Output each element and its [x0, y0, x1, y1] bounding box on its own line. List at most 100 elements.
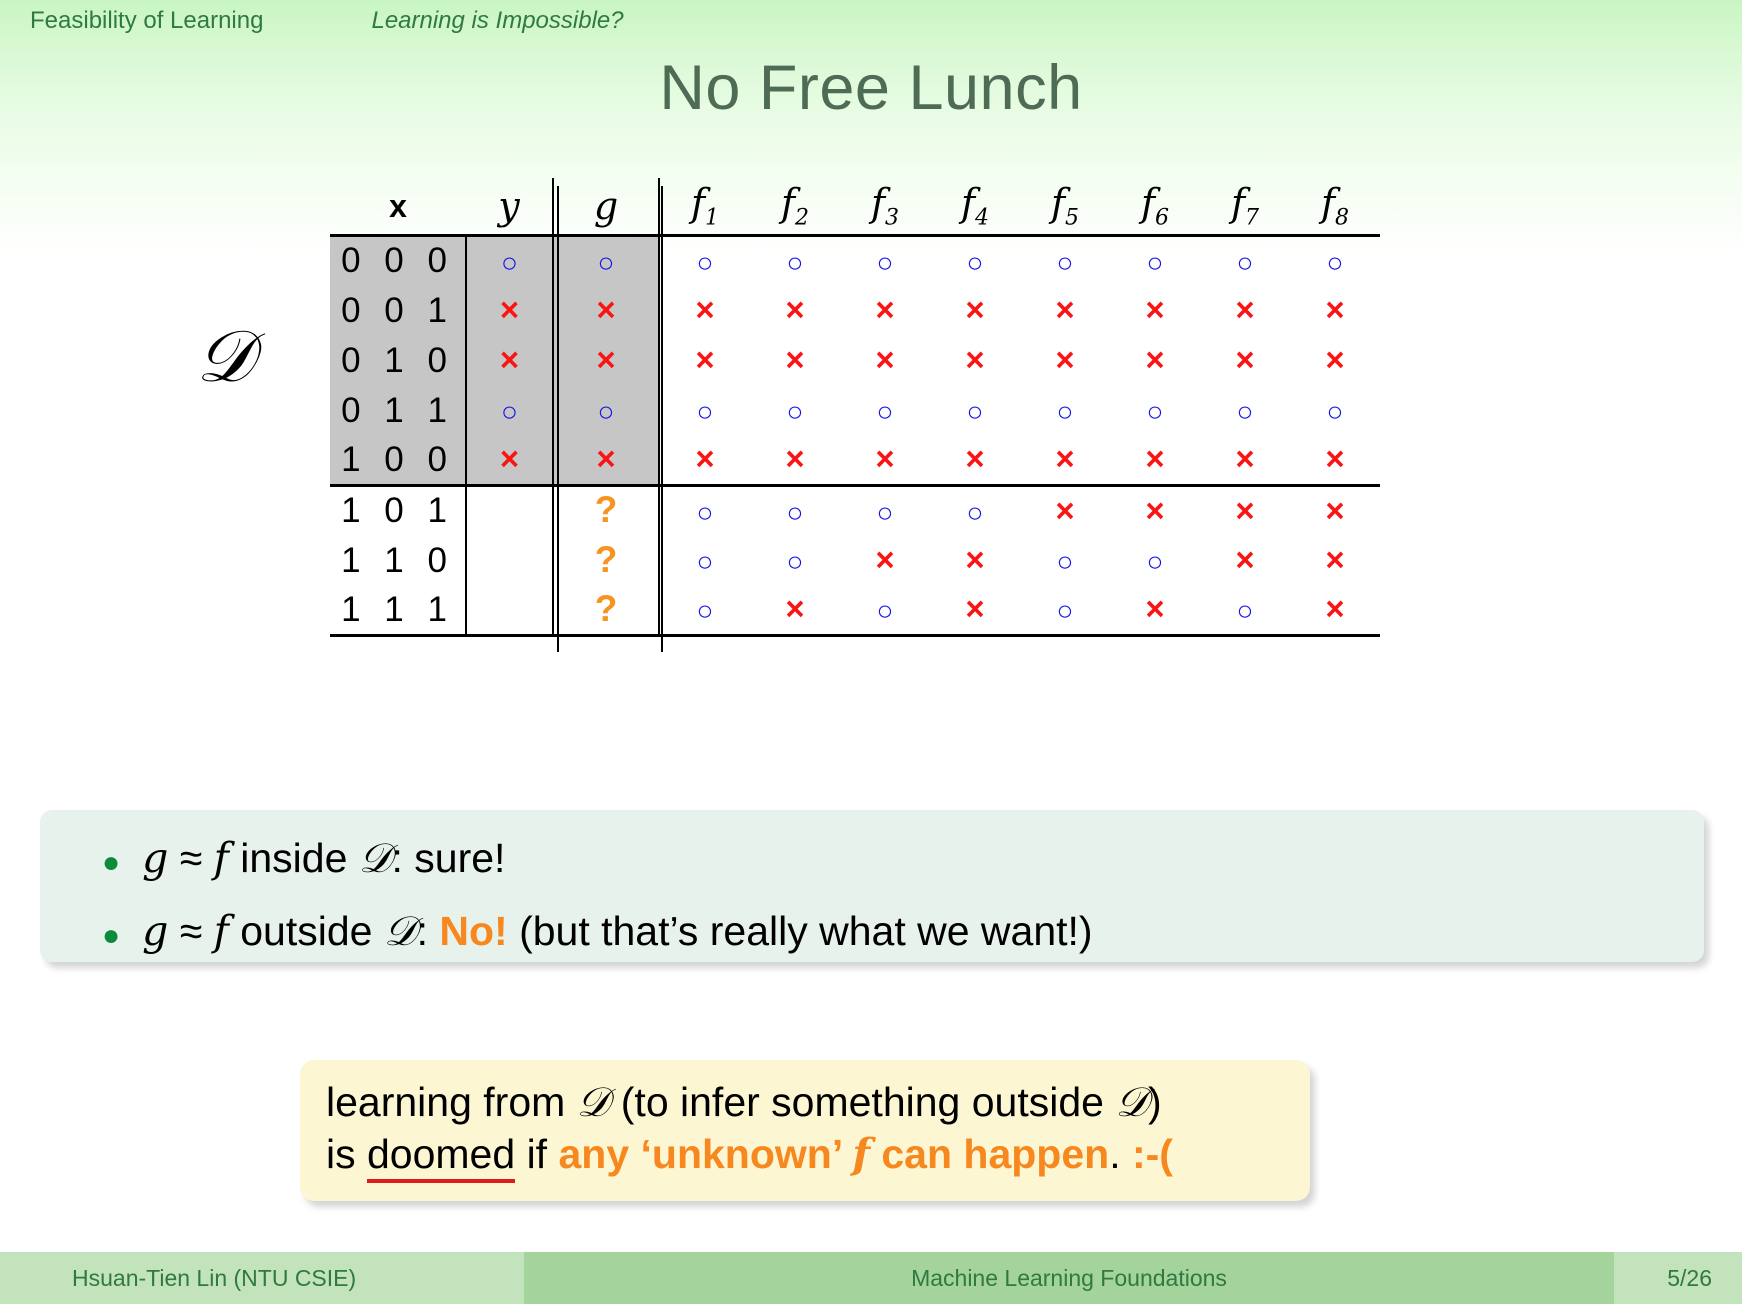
mark-y: × [499, 440, 520, 478]
callout-2-run-2: if [515, 1131, 559, 1178]
cell-f4: × [930, 585, 1020, 637]
footer-page-text: 5/26 [1667, 1264, 1712, 1291]
cell-f7: × [1200, 286, 1290, 336]
mark-f2: ○ [786, 546, 804, 577]
breadcrumb-subsection: Learning is Impossible? [371, 7, 624, 34]
mark-f1: ○ [696, 595, 714, 627]
bullet-2-run-6: No! [439, 908, 508, 954]
mark-f5: ○ [1056, 595, 1074, 627]
cell-x: 1 0 0 [330, 435, 466, 487]
cell-f8: ○ [1290, 386, 1380, 436]
callout-2-run-4: f [852, 1130, 870, 1179]
table-row: 0 0 1 × × × × × × × × × × [330, 285, 1380, 336]
callout-1-run-4: ) [1148, 1079, 1162, 1125]
bullet-2-run-1: ≈ [168, 908, 214, 954]
bullet-2-run-0: g [142, 907, 169, 955]
mark-g: ? [594, 587, 618, 629]
mark-f6: × [1145, 341, 1165, 378]
bullet-1-run-1: ≈ [168, 835, 214, 881]
mark-g: ○ [597, 396, 615, 427]
mark-f5: × [1055, 491, 1075, 529]
bullet-dot-icon: ● [102, 846, 121, 879]
cell-f6: ○ [1110, 536, 1200, 586]
mark-f2: ○ [786, 396, 804, 427]
cell-y: × [465, 435, 553, 487]
table-row: 0 1 0 × × × × × × × × × × [330, 335, 1380, 386]
cell-g: ? [552, 585, 659, 637]
cell-f6: × [1110, 585, 1200, 637]
mark-f3: × [875, 440, 895, 478]
table-row: 1 0 0 × × × × × × × × × × [330, 435, 1380, 487]
callout-1-run-2: (to infer something outside [609, 1079, 1116, 1125]
mark-f6: × [1145, 491, 1165, 529]
callout-1-run-1: 𝒟 [576, 1078, 610, 1126]
cell-f7: × [1200, 435, 1290, 487]
mark-y: × [499, 341, 520, 378]
cell-f5: ○ [1020, 585, 1110, 637]
mark-f8: × [1325, 440, 1345, 478]
callout-1-run-0: learning from [326, 1079, 577, 1125]
table-header-row: x y g f1 f2 f3 f4 f5 f6 f7 f8 [330, 178, 1380, 236]
truth-table: x y g f1 f2 f3 f4 f5 f6 f7 f8 0 0 0 ○ ○ ○ ○ ○… [330, 178, 1380, 637]
cell-f4: × [930, 286, 1020, 336]
mark-f4: ○ [966, 496, 984, 528]
mark-f4: × [965, 341, 985, 378]
cell-f5: × [1020, 336, 1110, 386]
table-row: 0 0 0 ○ ○ ○ ○ ○ ○ ○ ○ ○ ○ [330, 234, 1380, 286]
cell-x: 1 1 0 [341, 540, 454, 580]
mark-f7: ○ [1236, 595, 1254, 627]
cell-f3: ○ [840, 234, 930, 286]
bullet-dot-icon: ● [102, 919, 121, 952]
cell-f7: × [1200, 336, 1290, 386]
cell-f5: ○ [1020, 386, 1110, 436]
cell-g: ? [552, 535, 659, 586]
bullet-1-run-3: inside [228, 835, 359, 881]
cell-x: 1 1 1 [330, 585, 466, 637]
footer-page-number: 5/26 [1614, 1252, 1742, 1304]
cell-f6: × [1110, 336, 1200, 386]
mark-f3: ○ [876, 246, 894, 278]
cell-y: ○ [465, 385, 553, 436]
mark-f7: × [1235, 491, 1255, 529]
mark-f1: × [695, 440, 715, 478]
cell-x: 0 1 0 [330, 335, 466, 386]
cell-f8: × [1290, 585, 1380, 637]
mark-f8: × [1325, 491, 1345, 529]
column-header-f4: f4 [960, 181, 990, 231]
column-header-f3: f3 [870, 181, 900, 231]
cell-g: ○ [552, 234, 659, 286]
bullet-1-run-5: : sure! [391, 835, 506, 881]
mark-f5: × [1055, 341, 1075, 378]
column-header-f2: f2 [780, 181, 810, 231]
cell-f8: × [1290, 486, 1380, 536]
mark-f2: ○ [786, 496, 804, 528]
mark-f8: × [1325, 590, 1345, 628]
cell-f1: ○ [658, 385, 750, 436]
table-row: 1 1 1? ○ × ○ × ○ × ○ × [330, 585, 1380, 637]
mark-f6: ○ [1146, 396, 1164, 427]
mark-f1: ○ [696, 246, 714, 278]
cell-f1: ○ [658, 585, 750, 637]
table-body: 0 0 0 ○ ○ ○ ○ ○ ○ ○ ○ ○ ○ 0 0 1 × × × × × × × × × × 0 1 0 × × × × ×… [330, 234, 1380, 637]
cell-f6: × [1110, 435, 1200, 487]
mark-f2: × [785, 291, 805, 328]
cell-y [465, 535, 553, 586]
footer-author-text: Hsuan-Tien Lin (NTU CSIE) [72, 1264, 357, 1291]
cell-y: × [465, 335, 553, 386]
mark-f3: ○ [876, 396, 894, 427]
mark-f1: × [695, 341, 715, 378]
mark-f5: ○ [1056, 546, 1074, 577]
column-header-y: y [498, 184, 520, 228]
callout-2-run-5: can happen [869, 1131, 1110, 1178]
cell-f1: × [658, 335, 750, 386]
bullet-2-run-5: : [416, 908, 440, 954]
cell-f5: ○ [1020, 234, 1110, 286]
cell-f6: ○ [1110, 386, 1200, 436]
cell-f2: × [750, 336, 840, 386]
table-head: x y g f1 f2 f3 f4 f5 f6 f7 f8 [330, 178, 1380, 236]
cell-f1: ○ [658, 535, 750, 586]
column-header-f1: f1 [658, 178, 750, 236]
cell-y [465, 485, 553, 536]
bullet-panel: ● g ≈ f inside 𝒟: sure! ● g ≈ f outside … [40, 810, 1704, 962]
cell-f8: × [1290, 336, 1380, 386]
